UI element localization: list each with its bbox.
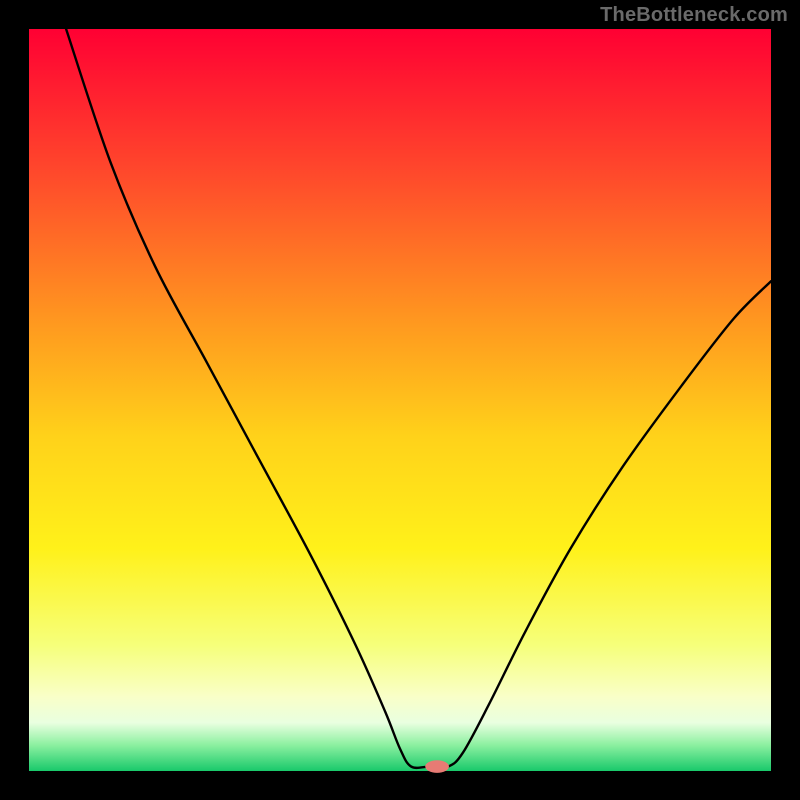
plot-background	[29, 29, 771, 771]
chart-frame: TheBottleneck.com	[0, 0, 800, 800]
optimal-point-marker	[425, 760, 449, 773]
watermark-label: TheBottleneck.com	[600, 4, 788, 27]
bottleneck-chart	[0, 0, 800, 800]
